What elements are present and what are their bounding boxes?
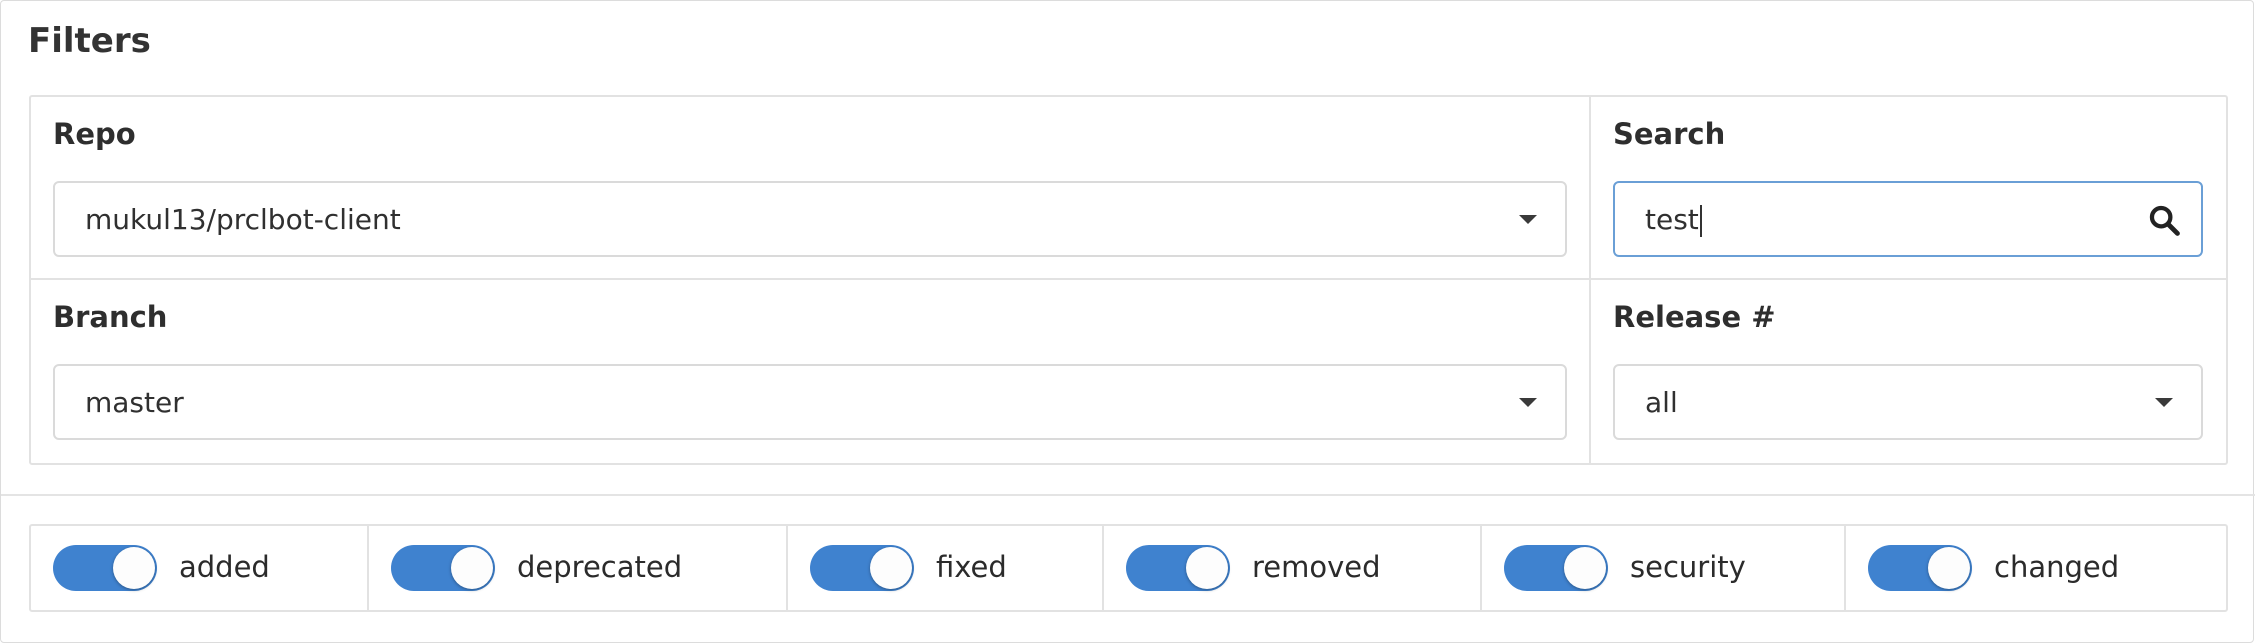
search-filter: Search test [1591,97,2226,280]
toggle-label-fixed: fixed [936,550,1007,584]
text-cursor [1699,205,1702,237]
toggle-security: security [1482,526,1846,610]
toggle-switch-fixed[interactable] [810,545,914,591]
toggle-label-changed: changed [1994,550,2120,584]
search-input[interactable]: test [1613,181,2203,257]
toggle-deprecated: deprecated [369,526,788,610]
chevron-down-icon [2155,398,2173,407]
release-select[interactable]: all [1613,364,2203,440]
toggle-knob [451,547,493,589]
toggle-switch-added[interactable] [53,545,157,591]
branch-select[interactable]: master [53,364,1567,440]
change-type-toggles: added deprecated fixed removed security … [29,524,2228,612]
branch-filter: Branch master [31,280,1591,463]
search-icon[interactable] [2147,203,2181,237]
toggle-changed: changed [1846,526,2226,610]
toggle-label-removed: removed [1252,550,1381,584]
toggle-knob [113,547,155,589]
toggle-switch-security[interactable] [1504,545,1608,591]
release-label: Release # [1613,300,1776,334]
toggle-added: added [31,526,369,610]
section-divider [1,494,2255,496]
search-input-value: test [1645,203,1699,236]
search-label: Search [1613,117,1726,151]
toggle-knob [1928,547,1970,589]
toggle-label-deprecated: deprecated [517,550,683,584]
filters-panel: Filters Repo mukul13/prclbot-client Sear… [0,0,2255,643]
branch-select-value: master [85,386,184,419]
toggle-fixed: fixed [788,526,1104,610]
toggle-label-added: added [179,550,270,584]
toggle-removed: removed [1104,526,1482,610]
toggle-switch-deprecated[interactable] [391,545,495,591]
repo-select[interactable]: mukul13/prclbot-client [53,181,1567,257]
chevron-down-icon [1519,215,1537,224]
branch-label: Branch [53,300,168,334]
toggle-switch-removed[interactable] [1126,545,1230,591]
filter-grid: Repo mukul13/prclbot-client Search test … [29,95,2228,465]
toggle-switch-changed[interactable] [1868,545,1972,591]
release-select-value: all [1645,386,1678,419]
toggle-knob [1186,547,1228,589]
panel-title: Filters [28,21,151,61]
toggle-label-security: security [1630,550,1746,584]
toggle-knob [1564,547,1606,589]
toggle-knob [870,547,912,589]
release-filter: Release # all [1591,280,2226,463]
repo-select-value: mukul13/prclbot-client [85,203,401,236]
repo-filter: Repo mukul13/prclbot-client [31,97,1591,280]
repo-label: Repo [53,117,136,151]
chevron-down-icon [1519,398,1537,407]
